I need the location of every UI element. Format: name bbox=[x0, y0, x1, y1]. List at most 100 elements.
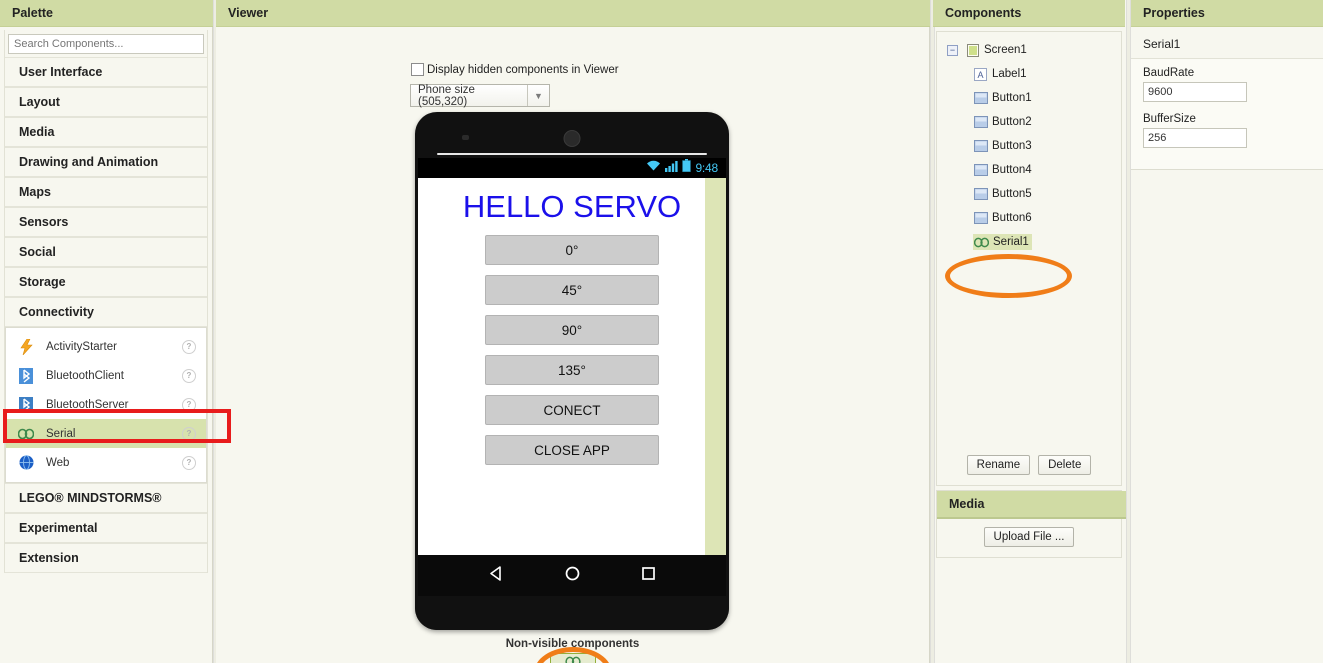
android-status-bar: 9:48 bbox=[418, 158, 726, 178]
help-icon[interactable]: ? bbox=[182, 426, 196, 441]
help-icon[interactable]: ? bbox=[182, 397, 196, 412]
app-designer-window: Palette User Interface Layout Media Draw… bbox=[0, 0, 1323, 663]
tree-item-button3[interactable]: Button3 bbox=[937, 134, 1121, 158]
tree-item-label1[interactable]: A Label1 bbox=[937, 62, 1121, 86]
palette-item-bluetoothclient[interactable]: BluetoothClient ? bbox=[6, 361, 206, 390]
app-button-0deg[interactable]: 0° bbox=[485, 235, 659, 265]
component-tree: − Screen1 A Label1 Button1 Button2 Butto… bbox=[936, 31, 1122, 486]
palette-body: User Interface Layout Media Drawing and … bbox=[4, 30, 208, 573]
viewer-panel: Viewer Display hidden components in View… bbox=[216, 0, 930, 663]
nonvisible-component-serial1[interactable]: Serial1 bbox=[550, 653, 596, 663]
home-icon[interactable] bbox=[564, 565, 581, 587]
tree-item-label: Button2 bbox=[992, 116, 1032, 128]
phone-mockup: 9:48 HELLO SERVO 0° 45° 90° 135° CONECT … bbox=[415, 112, 729, 630]
tree-item-button2[interactable]: Button2 bbox=[937, 110, 1121, 134]
earpiece-speaker bbox=[437, 153, 707, 155]
upload-file-button[interactable]: Upload File ... bbox=[983, 527, 1075, 547]
rename-button[interactable]: Rename bbox=[966, 455, 1031, 475]
help-icon[interactable]: ? bbox=[182, 368, 196, 383]
palette-search-wrap bbox=[5, 30, 207, 57]
screen-selection-strip bbox=[705, 178, 726, 555]
properties-fields: BaudRate BufferSize bbox=[1131, 59, 1323, 169]
delete-button[interactable]: Delete bbox=[1038, 455, 1092, 475]
palette-item-serial[interactable]: Serial ? bbox=[6, 419, 206, 448]
app-button-135deg[interactable]: 135° bbox=[485, 355, 659, 385]
expander-icon[interactable]: − bbox=[947, 44, 958, 56]
back-icon[interactable] bbox=[488, 565, 505, 587]
serial1-tree-circle-annotation bbox=[945, 254, 1072, 298]
help-icon[interactable]: ? bbox=[182, 455, 196, 470]
wifi-icon bbox=[646, 159, 661, 177]
tree-item-label: Serial1 bbox=[993, 236, 1029, 248]
status-bar-time: 9:48 bbox=[695, 161, 718, 175]
tree-item-label: Screen1 bbox=[984, 44, 1027, 56]
tree-item-button6[interactable]: Button6 bbox=[937, 206, 1121, 230]
phone-size-select[interactable]: Phone size (505,320) ▼ bbox=[410, 84, 550, 108]
media-body: Upload File ... bbox=[937, 519, 1121, 557]
palette-category-drawing-and-animation[interactable]: Drawing and Animation bbox=[5, 147, 207, 177]
tree-item-button5[interactable]: Button5 bbox=[937, 182, 1121, 206]
search-input[interactable] bbox=[8, 34, 204, 54]
app-button-45deg[interactable]: 45° bbox=[485, 275, 659, 305]
palette-category-storage[interactable]: Storage bbox=[5, 267, 207, 297]
palette-item-label: BluetoothClient bbox=[46, 369, 124, 382]
palette-item-web[interactable]: Web ? bbox=[6, 448, 206, 477]
app-button-90deg[interactable]: 90° bbox=[485, 315, 659, 345]
app-screen-canvas[interactable]: HELLO SERVO 0° 45° 90° 135° CONECT CLOSE… bbox=[418, 178, 726, 555]
media-panel: Media Upload File ... bbox=[936, 490, 1129, 558]
selected-component-name: Serial1 bbox=[1131, 30, 1323, 59]
tree-item-label: Button4 bbox=[992, 164, 1032, 176]
button-icon bbox=[973, 163, 988, 177]
globe-icon bbox=[16, 454, 36, 472]
palette-category-extension[interactable]: Extension bbox=[5, 543, 207, 573]
connectivity-component-list: ActivityStarter ? BluetoothClient ? Blue… bbox=[5, 327, 207, 483]
app-title-label[interactable]: HELLO SERVO bbox=[418, 189, 726, 225]
chevron-down-icon[interactable]: ▼ bbox=[527, 85, 549, 106]
buffersize-input[interactable] bbox=[1143, 128, 1247, 148]
app-button-close-app[interactable]: CLOSE APP bbox=[485, 435, 659, 465]
lightning-bolt-icon bbox=[16, 338, 36, 356]
palette-item-bluetoothserver[interactable]: BluetoothServer ? bbox=[6, 390, 206, 419]
baudrate-input[interactable] bbox=[1143, 82, 1247, 102]
properties-body: Serial1 BaudRate BufferSize bbox=[1131, 30, 1323, 170]
button-icon bbox=[973, 139, 988, 153]
label-icon: A bbox=[973, 67, 988, 81]
palette-item-activitystarter[interactable]: ActivityStarter ? bbox=[6, 332, 206, 361]
baudrate-label: BaudRate bbox=[1143, 67, 1195, 79]
app-button-list: 0° 45° 90° 135° CONECT CLOSE APP bbox=[418, 235, 726, 465]
properties-header: Properties bbox=[1131, 0, 1323, 27]
palette-category-media[interactable]: Media bbox=[5, 117, 207, 147]
tree-item-serial1[interactable]: Serial1 bbox=[937, 230, 1121, 254]
tree-item-screen1[interactable]: − Screen1 bbox=[937, 38, 1121, 62]
battery-icon bbox=[682, 159, 692, 177]
components-panel: Components − Screen1 A Label1 Button1 Bu… bbox=[933, 0, 1129, 663]
viewer-body: Display hidden components in Viewer Phon… bbox=[216, 27, 929, 663]
phone-chin bbox=[415, 596, 729, 630]
tree-item-button1[interactable]: Button1 bbox=[937, 86, 1121, 110]
palette-category-sensors[interactable]: Sensors bbox=[5, 207, 207, 237]
palette-panel: Palette User Interface Layout Media Draw… bbox=[0, 0, 231, 663]
palette-category-social[interactable]: Social bbox=[5, 237, 207, 267]
android-navigation-bar bbox=[418, 555, 726, 596]
recents-icon[interactable] bbox=[640, 565, 657, 587]
palette-category-lego-mindstorms[interactable]: LEGO® MINDSTORMS® bbox=[5, 483, 207, 513]
tree-item-button4[interactable]: Button4 bbox=[937, 158, 1121, 182]
display-hidden-components-checkbox[interactable] bbox=[411, 63, 424, 76]
display-hidden-components-row[interactable]: Display hidden components in Viewer bbox=[411, 63, 619, 76]
help-icon[interactable]: ? bbox=[182, 339, 196, 354]
serial-icon bbox=[974, 235, 989, 249]
palette-category-layout[interactable]: Layout bbox=[5, 87, 207, 117]
palette-category-connectivity[interactable]: Connectivity bbox=[5, 297, 207, 327]
button-icon bbox=[973, 187, 988, 201]
tree-item-label: Button6 bbox=[992, 212, 1032, 224]
screen-icon bbox=[965, 43, 980, 57]
signal-icon bbox=[665, 159, 679, 177]
palette-category-maps[interactable]: Maps bbox=[5, 177, 207, 207]
serial-icon bbox=[551, 656, 595, 663]
proximity-sensor-icon bbox=[462, 135, 469, 140]
viewer-header: Viewer bbox=[216, 0, 930, 27]
palette-category-user-interface[interactable]: User Interface bbox=[5, 57, 207, 87]
app-button-conect[interactable]: CONECT bbox=[485, 395, 659, 425]
palette-category-experimental[interactable]: Experimental bbox=[5, 513, 207, 543]
tree-item-label: Button5 bbox=[992, 188, 1032, 200]
